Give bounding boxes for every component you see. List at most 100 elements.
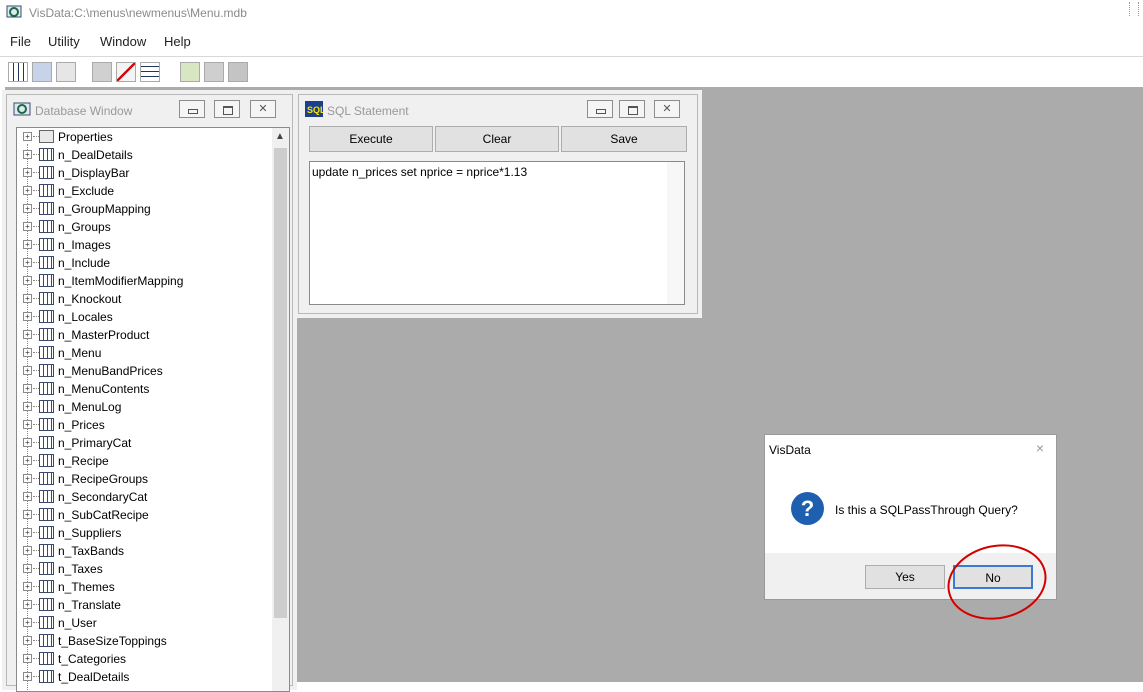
yes-button[interactable]: Yes <box>865 565 945 589</box>
tree-item[interactable]: + n_MenuContents <box>17 380 272 398</box>
expand-icon[interactable]: + <box>23 294 32 303</box>
expand-icon[interactable]: + <box>23 618 32 627</box>
tree-item[interactable]: + n_DisplayBar <box>17 164 272 182</box>
expand-icon[interactable]: + <box>23 402 32 411</box>
expand-icon[interactable]: + <box>23 636 32 645</box>
save-button[interactable]: Save <box>561 126 687 152</box>
vertical-scrollbar[interactable]: ▲ <box>272 128 289 691</box>
expand-icon[interactable]: + <box>23 564 32 573</box>
tree-item[interactable]: + n_GroupMapping <box>17 200 272 218</box>
tree-item[interactable]: + n_Themes <box>17 578 272 596</box>
tree-item-label: n_GroupMapping <box>58 202 151 216</box>
expand-icon[interactable]: + <box>23 258 32 267</box>
tree-item[interactable]: + n_Menu <box>17 344 272 362</box>
tree-item[interactable]: + n_ItemModifierMapping <box>17 272 272 290</box>
expand-icon[interactable]: + <box>23 456 32 465</box>
no-data-control-icon[interactable] <box>116 62 136 82</box>
execute-button[interactable]: Execute <box>309 126 433 152</box>
expand-icon[interactable]: + <box>23 330 32 339</box>
tree-item[interactable]: + n_Translate <box>17 596 272 614</box>
database-window-caption[interactable]: Database Window ✕ <box>7 95 292 125</box>
close-icon[interactable]: ✕ <box>654 100 680 118</box>
dbgrid-icon[interactable] <box>140 62 160 82</box>
tree-item[interactable]: + t_Categories <box>17 650 272 668</box>
rollback-icon[interactable] <box>228 62 248 82</box>
tree-item[interactable]: + n_SubCatRecipe <box>17 506 272 524</box>
sql-scrollbar[interactable] <box>667 162 684 304</box>
table-icon <box>39 346 54 359</box>
maximize-icon[interactable] <box>214 100 240 118</box>
expand-icon[interactable]: + <box>23 384 32 393</box>
maximize-icon[interactable] <box>619 100 645 118</box>
tree-item[interactable]: + n_Locales <box>17 308 272 326</box>
tree-item[interactable]: + n_MenuBandPrices <box>17 362 272 380</box>
expand-icon[interactable]: + <box>23 438 32 447</box>
expand-icon[interactable]: + <box>23 474 32 483</box>
table-icon <box>39 256 54 269</box>
expand-icon[interactable]: + <box>23 366 32 375</box>
expand-icon[interactable]: + <box>23 276 32 285</box>
database-tree[interactable]: ▲ + Properties + n_DealDetails + n_DisplayBar… <box>16 127 290 692</box>
tree-item-label: n_SecondaryCat <box>58 490 148 504</box>
table-type-icon[interactable] <box>8 62 28 82</box>
expand-icon[interactable]: + <box>23 186 32 195</box>
dynaset-icon[interactable] <box>32 62 52 82</box>
tree-item[interactable]: + n_User <box>17 614 272 632</box>
tree-item[interactable]: + n_DealDetails <box>17 146 272 164</box>
menu-utility[interactable]: Utility <box>48 34 80 49</box>
tree-item[interactable]: + n_SecondaryCat <box>17 488 272 506</box>
sql-window-caption[interactable]: SQL SQL Statement ✕ <box>299 95 697 125</box>
dialog-close-icon[interactable]: × <box>1036 440 1044 456</box>
close-icon[interactable]: ✕ <box>250 100 276 118</box>
expand-icon[interactable]: + <box>23 654 32 663</box>
tree-item[interactable]: + n_Groups <box>17 218 272 236</box>
tree-item[interactable]: + n_Prices <box>17 416 272 434</box>
tree-item[interactable]: + n_TaxBands <box>17 542 272 560</box>
data-control-icon[interactable] <box>92 62 112 82</box>
scrollbar-thumb[interactable] <box>274 148 287 618</box>
tree-item[interactable]: + n_Suppliers <box>17 524 272 542</box>
expand-icon[interactable]: + <box>23 312 32 321</box>
expand-icon[interactable]: + <box>23 348 32 357</box>
commit-icon[interactable] <box>204 62 224 82</box>
sql-query-textarea[interactable]: update n_prices set nprice = nprice*1.13 <box>309 161 685 305</box>
expand-icon[interactable]: + <box>23 672 32 681</box>
resize-grip[interactable] <box>1129 2 1139 16</box>
minimize-icon[interactable] <box>179 100 205 118</box>
tree-item[interactable]: + n_MenuLog <box>17 398 272 416</box>
tree-item[interactable]: + n_RecipeGroups <box>17 470 272 488</box>
scroll-up-icon[interactable]: ▲ <box>275 131 285 142</box>
expand-icon[interactable]: + <box>23 492 32 501</box>
table-icon <box>39 184 54 197</box>
tree-item[interactable]: + Properties <box>17 128 272 146</box>
begin-transaction-icon[interactable] <box>180 62 200 82</box>
expand-icon[interactable]: + <box>23 132 32 141</box>
tree-item[interactable]: + t_BaseSizeToppings <box>17 632 272 650</box>
tree-item[interactable]: + n_Recipe <box>17 452 272 470</box>
menu-file[interactable]: File <box>10 34 31 49</box>
expand-icon[interactable]: + <box>23 150 32 159</box>
expand-icon[interactable]: + <box>23 168 32 177</box>
tree-item[interactable]: + n_MasterProduct <box>17 326 272 344</box>
expand-icon[interactable]: + <box>23 600 32 609</box>
clear-button[interactable]: Clear <box>435 126 559 152</box>
expand-icon[interactable]: + <box>23 222 32 231</box>
expand-icon[interactable]: + <box>23 528 32 537</box>
expand-icon[interactable]: + <box>23 546 32 555</box>
snapshot-icon[interactable] <box>56 62 76 82</box>
expand-icon[interactable]: + <box>23 204 32 213</box>
tree-item[interactable]: + n_Exclude <box>17 182 272 200</box>
tree-item[interactable]: + n_Taxes <box>17 560 272 578</box>
menu-window[interactable]: Window <box>100 34 146 49</box>
expand-icon[interactable]: + <box>23 420 32 429</box>
menu-help[interactable]: Help <box>164 34 191 49</box>
tree-item[interactable]: + t_DealDetails <box>17 668 272 686</box>
tree-item[interactable]: + n_Knockout <box>17 290 272 308</box>
expand-icon[interactable]: + <box>23 510 32 519</box>
tree-item[interactable]: + n_Include <box>17 254 272 272</box>
tree-item[interactable]: + n_PrimaryCat <box>17 434 272 452</box>
minimize-icon[interactable] <box>587 100 613 118</box>
tree-item[interactable]: + n_Images <box>17 236 272 254</box>
expand-icon[interactable]: + <box>23 240 32 249</box>
expand-icon[interactable]: + <box>23 582 32 591</box>
